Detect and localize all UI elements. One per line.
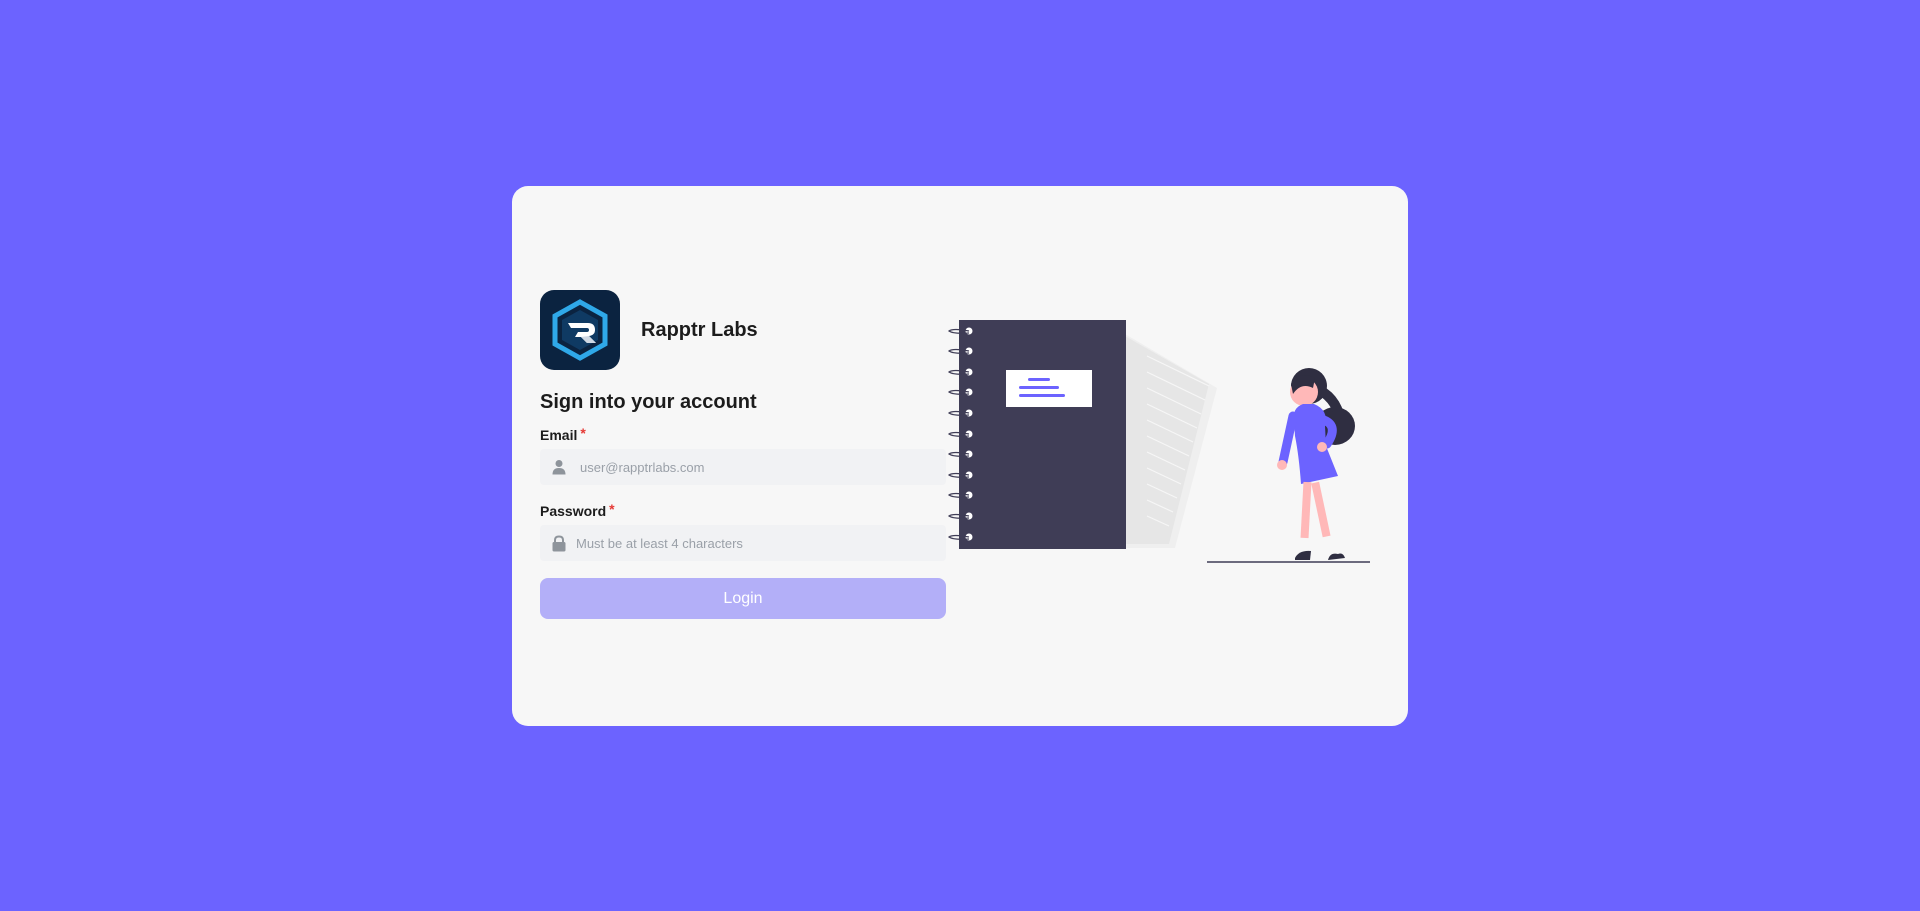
email-label: Email * bbox=[540, 425, 946, 443]
login-card: Rapptr Labs Sign into your account Email… bbox=[512, 186, 1408, 726]
login-form: Rapptr Labs Sign into your account Email… bbox=[540, 290, 946, 619]
password-input[interactable] bbox=[576, 528, 946, 558]
password-label-text: Password bbox=[540, 503, 607, 519]
password-group: Password * bbox=[540, 501, 946, 561]
woman-figure bbox=[1277, 368, 1355, 560]
notebook-cover bbox=[959, 320, 1126, 549]
user-icon bbox=[550, 458, 568, 476]
password-required-mark: * bbox=[609, 501, 615, 517]
notebook-woman-illustration bbox=[947, 320, 1370, 563]
email-label-text: Email bbox=[540, 427, 578, 443]
brand: Rapptr Labs bbox=[540, 290, 946, 370]
email-input[interactable] bbox=[580, 452, 946, 482]
page-title: Sign into your account bbox=[540, 391, 757, 413]
login-button[interactable]: Login bbox=[540, 578, 946, 619]
rapptr-logo-icon bbox=[552, 299, 608, 361]
brand-logo bbox=[540, 290, 620, 370]
lock-icon bbox=[550, 534, 568, 552]
brand-name: Rapptr Labs bbox=[641, 318, 758, 341]
email-field[interactable] bbox=[540, 449, 946, 485]
notebook-label bbox=[1006, 370, 1092, 407]
password-label: Password * bbox=[540, 501, 946, 519]
email-group: Email * bbox=[540, 425, 946, 485]
paper-pages bbox=[1125, 334, 1217, 548]
password-field[interactable] bbox=[540, 525, 946, 561]
email-required-mark: * bbox=[580, 425, 586, 441]
login-illustration bbox=[947, 316, 1387, 591]
